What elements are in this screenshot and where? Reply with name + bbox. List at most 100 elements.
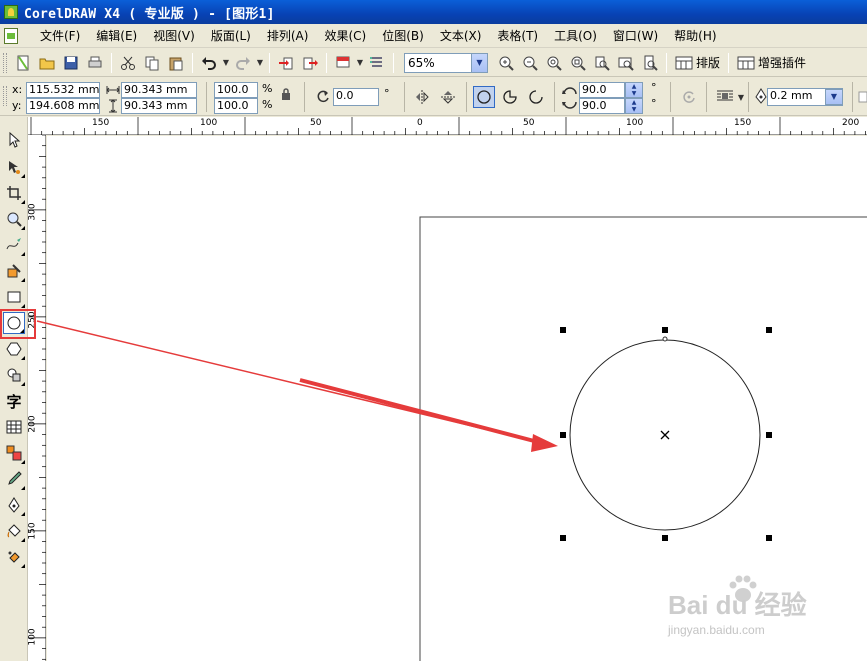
arc-direction-button[interactable] [678,86,700,108]
menu-table[interactable]: 表格(T) [489,26,546,46]
selection-handle[interactable] [560,535,566,541]
zoom-tool[interactable] [3,208,25,230]
save-button[interactable] [59,52,83,74]
menu-edit[interactable]: 编辑(E) [88,26,145,46]
arc-node[interactable] [662,336,668,342]
selection-handle[interactable] [766,327,772,333]
arc-mode-button[interactable] [525,86,547,108]
zoom-to-selected-button[interactable] [542,52,566,74]
y-position-field[interactable]: 194.608 mm [26,98,100,114]
x-position-field[interactable]: 115.532 mm [26,82,100,98]
zoom-to-all-objects-button[interactable] [566,52,590,74]
lock-ratio-icon[interactable] [280,87,292,101]
rectangle-tool[interactable] [3,286,25,308]
zoom-level-select[interactable]: 65% ▼ [404,52,488,73]
selection-handle[interactable] [662,327,668,333]
menu-bitmaps[interactable]: 位图(B) [374,26,432,46]
document-icon[interactable] [4,27,18,44]
more-options-button[interactable] [856,86,867,108]
selection-handle[interactable] [766,535,772,541]
outline-tool[interactable] [3,494,25,516]
chevron-down-icon[interactable]: ▼ [471,53,487,72]
scale-y-field[interactable]: 100.0 [214,98,258,114]
print-button[interactable] [83,52,107,74]
cut-button[interactable] [116,52,140,74]
zoom-in-button[interactable] [494,52,518,74]
mirror-vertical-button[interactable] [437,86,459,108]
vertical-ruler[interactable]: 300 250 200 150 100 [28,134,46,661]
selection-handle[interactable] [766,432,772,438]
wrap-text-button[interactable] [714,86,736,108]
wrap-text-icon [717,90,733,101]
zoom-to-page-width-button[interactable] [614,52,638,74]
menu-file[interactable]: 文件(F) [32,26,88,46]
outline-width-dropdown[interactable]: ▼ [825,89,843,105]
zoom-to-page-button[interactable] [590,52,614,74]
menu-tools[interactable]: 工具(O) [546,26,605,46]
menu-layout[interactable]: 版面(L) [203,26,259,46]
property-bar-grip[interactable] [3,86,7,106]
interactive-blend-tool[interactable] [3,442,25,464]
toolbar-grip[interactable] [3,52,7,73]
redo-button[interactable] [231,52,255,74]
copy-button[interactable] [140,52,164,74]
undo-button[interactable] [197,52,221,74]
wrap-text-dropdown[interactable]: ▼ [736,90,746,104]
horizontal-ruler[interactable]: 150 100 50 0 50 100 150 200 [28,117,867,135]
selection-handle[interactable] [560,327,566,333]
end-angle-spinner[interactable]: ▲ ▼ [625,98,643,114]
application-launcher-button[interactable] [331,52,355,74]
pick-tool[interactable] [3,129,25,151]
end-angle-icon [562,101,577,109]
import-button[interactable] [274,52,298,74]
eyedropper-tool[interactable] [3,468,25,490]
undo-dropdown[interactable]: ▼ [221,52,231,74]
scale-x-field[interactable]: 100.0 [214,82,258,98]
separator [670,82,671,112]
selection-handle[interactable] [560,432,566,438]
start-angle-field[interactable]: 90.0 [579,82,625,98]
folder-open-icon [39,58,55,69]
menu-view[interactable]: 视图(V) [145,26,203,46]
redo-dropdown[interactable]: ▼ [255,52,265,74]
pie-mode-button[interactable] [499,86,521,108]
menu-window[interactable]: 窗口(W) [605,26,666,46]
zoom-to-page-height-button[interactable] [638,52,662,74]
menu-arrange[interactable]: 排列(A) [259,26,317,46]
polygon-tool[interactable] [3,338,25,360]
fill-tool[interactable] [3,520,25,542]
text-tool[interactable]: 字 [3,390,25,412]
height-field[interactable]: 90.343 mm [121,98,197,114]
flyout-indicator [21,356,25,360]
launcher-dropdown[interactable]: ▼ [355,52,365,74]
flyout-indicator [21,486,25,490]
coreldraw-app-icon [4,5,18,19]
flyout-indicator [21,226,25,230]
crop-tool[interactable] [3,182,25,204]
mirror-horizontal-button[interactable] [411,86,433,108]
export-button[interactable] [298,52,322,74]
start-angle-spinner[interactable]: ▲ ▼ [625,82,643,98]
y-position-label: y: [12,99,22,112]
selection-handle[interactable] [662,535,668,541]
menu-text[interactable]: 文本(X) [432,26,490,46]
shape-tool[interactable] [3,156,25,178]
freehand-tool[interactable] [3,234,25,256]
paste-button[interactable] [164,52,188,74]
width-field[interactable]: 90.343 mm [121,82,197,98]
enhanced-plugin-button[interactable]: 增强插件 [733,52,810,74]
basic-shapes-tool[interactable] [3,364,25,386]
zoom-out-button[interactable] [518,52,542,74]
menu-help[interactable]: 帮助(H) [666,26,724,46]
welcome-screen-button[interactable] [365,52,389,74]
interactive-fill-tool[interactable] [3,546,25,568]
new-document-button[interactable] [11,52,35,74]
menu-effects[interactable]: 效果(C) [316,26,374,46]
rotation-angle-field[interactable]: 0.0 [333,88,379,106]
ellipse-mode-button[interactable] [473,86,495,108]
open-button[interactable] [35,52,59,74]
smart-fill-tool[interactable] [3,260,25,282]
end-angle-field[interactable]: 90.0 [579,98,625,114]
layout-button[interactable]: 排版 [671,52,724,74]
table-tool[interactable] [3,416,25,438]
